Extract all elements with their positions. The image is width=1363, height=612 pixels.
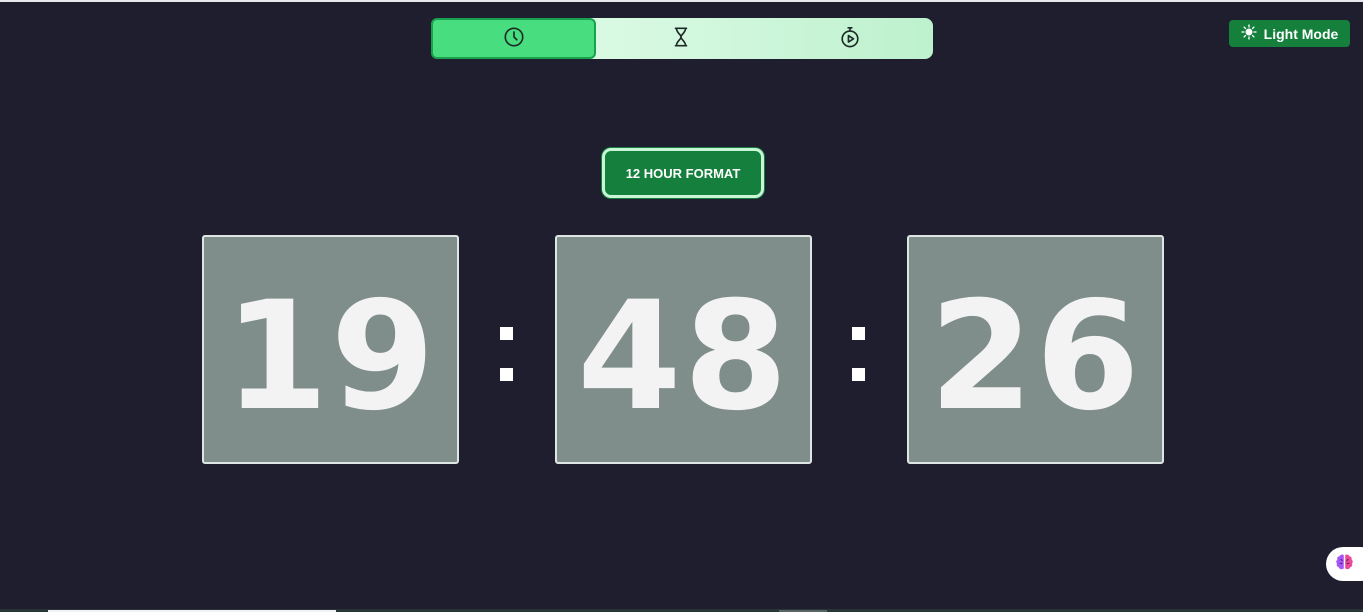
light-mode-label: Light Mode	[1263, 25, 1339, 42]
assistant-button[interactable]	[1326, 547, 1363, 581]
clock-icon	[503, 26, 525, 52]
tab-clock[interactable]	[431, 18, 596, 59]
minutes-display: 48	[555, 235, 812, 464]
time-separator	[500, 327, 514, 383]
time-separator	[852, 327, 866, 383]
brain-icon	[1334, 552, 1355, 577]
light-mode-button[interactable]: Light Mode	[1229, 20, 1350, 47]
format-toggle-button[interactable]: 12 HOUR FORMAT	[602, 148, 764, 198]
seconds-display: 26	[907, 235, 1164, 464]
hours-display: 19	[202, 235, 459, 464]
tab-timer[interactable]	[596, 18, 766, 59]
stopwatch-icon	[839, 26, 861, 52]
hourglass-icon	[670, 26, 692, 52]
clock-page: Light Mode 12 HOUR FORMAT 19 48 26	[0, 0, 1363, 612]
tab-stopwatch[interactable]	[766, 18, 933, 59]
sun-icon	[1241, 24, 1257, 43]
mode-switcher	[431, 18, 933, 59]
